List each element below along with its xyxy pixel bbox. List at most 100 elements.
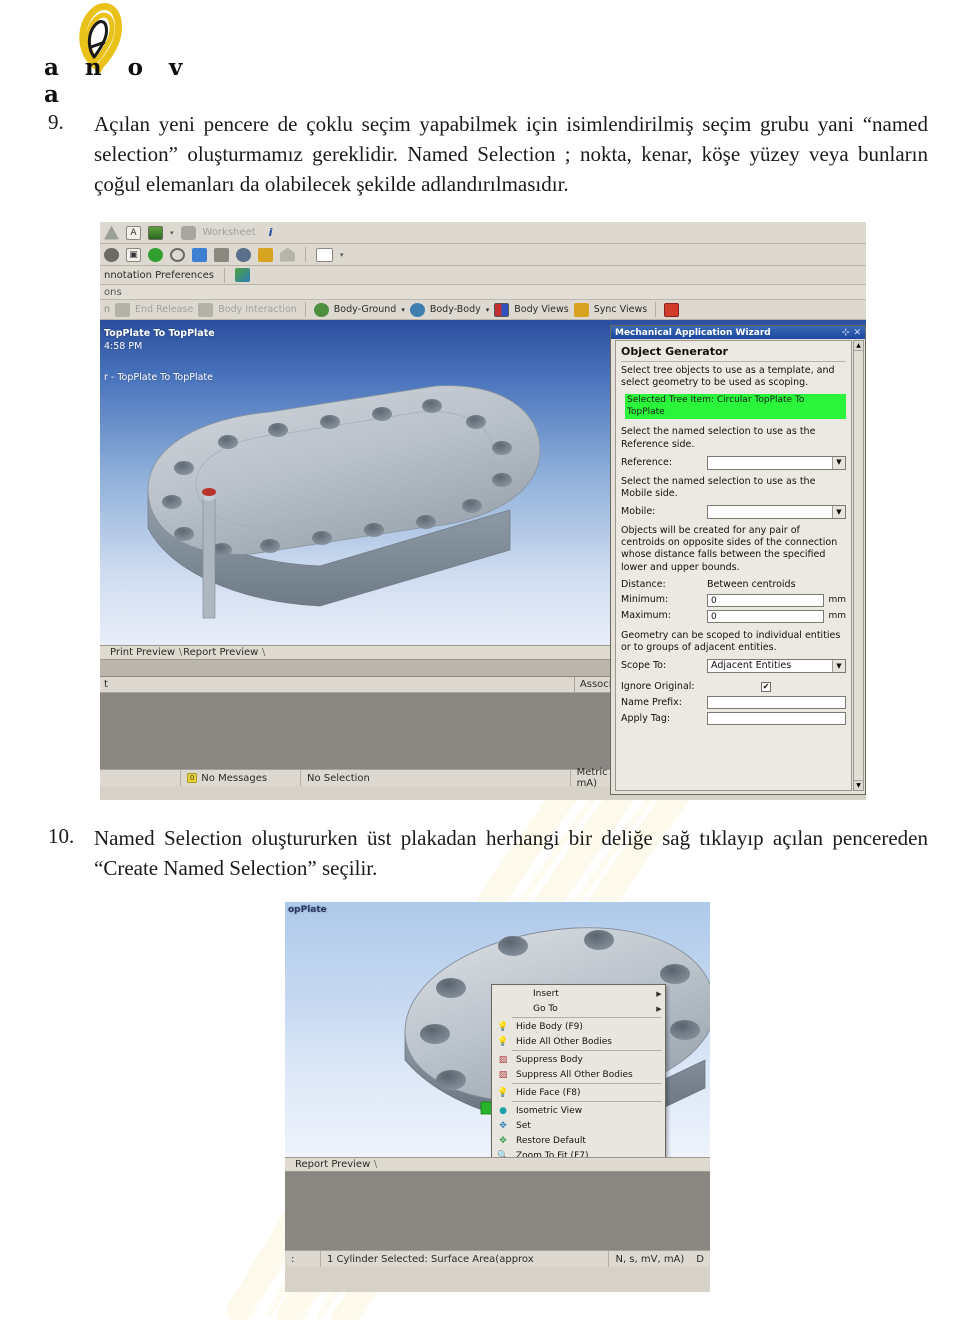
mechanical-application-wizard[interactable]: Mechanical Application Wizard ⊹ ✕ Object… (610, 325, 866, 795)
name-prefix-input[interactable] (707, 696, 846, 710)
body-views-icon[interactable] (494, 302, 510, 317)
sphere-icon: ● (499, 1105, 507, 1116)
details-grid-body-2[interactable] (285, 1172, 710, 1250)
question-cube-icon[interactable] (235, 268, 250, 282)
scroll-down-icon[interactable]: ▼ (854, 780, 863, 790)
chevron-down-icon-2[interactable]: ▾ (340, 251, 344, 259)
plate-geometry-3d[interactable] (110, 350, 570, 640)
menu-item-restore-default[interactable]: ✥ Restore Default (492, 1133, 665, 1148)
zoom-in-icon[interactable] (148, 247, 163, 262)
menu-item-hide-body[interactable]: 💡 Hide Body (F9) (492, 1019, 665, 1034)
maximum-unit: mm (828, 610, 846, 621)
toolbar-row-options[interactable]: ons (100, 285, 866, 300)
close-panel-icon[interactable] (664, 302, 680, 317)
preview-tabs-2[interactable]: Report Preview (285, 1157, 710, 1172)
menu-item-hide-all-other-bodies[interactable]: 💡 Hide All Other Bodies (492, 1034, 665, 1049)
chevron-down-icon[interactable]: ▼ (832, 506, 845, 519)
text-annotation-icon[interactable]: A (126, 225, 141, 240)
wizard-reference-hint: Select the named selection to use as the… (621, 426, 816, 450)
toolbar-row-view[interactable]: ▣ ▾ (100, 244, 866, 266)
maximum-input[interactable]: 0 (707, 609, 824, 623)
lock-icon[interactable] (258, 247, 273, 262)
white-box-icon[interactable] (316, 247, 333, 262)
bulb-icon: 💡 (497, 1021, 509, 1032)
tab-report-preview[interactable]: Report Preview (179, 647, 266, 658)
ignore-original-row[interactable]: Ignore Original: ✔ (621, 681, 846, 693)
rotate-icon[interactable] (214, 247, 229, 262)
body-ground-icon[interactable] (313, 302, 329, 317)
body-ground-label[interactable]: Body-Ground (334, 304, 397, 315)
look-at-icon[interactable] (236, 247, 251, 262)
sync-views-label[interactable]: Sync Views (594, 304, 647, 315)
body-interaction-label: Body Interaction (218, 304, 297, 315)
body-ground-chevron-down-icon[interactable]: ▾ (401, 306, 405, 314)
chevron-down-icon[interactable]: ▼ (832, 660, 845, 673)
mobile-select[interactable]: ▼ (707, 505, 846, 520)
minimum-input[interactable]: 0 (707, 593, 824, 607)
wizard-titlebar[interactable]: Mechanical Application Wizard ⊹ ✕ (611, 326, 865, 339)
reference-row[interactable]: Reference: ▼ (621, 455, 846, 470)
menu-item-zoom-to-fit[interactable]: 🔍 Zoom To Fit (F7) (492, 1148, 665, 1158)
name-prefix-row[interactable]: Name Prefix: (621, 696, 846, 710)
magnifier-left-icon[interactable] (104, 247, 119, 262)
screenshot-ansys-mechanical-wizard: A ▾ Worksheet i ▣ ▾ nnotation Preference… (100, 222, 866, 800)
menu-item-set[interactable]: ✥ Set (492, 1118, 665, 1133)
menu-separator (512, 1083, 662, 1084)
minimum-unit: mm (828, 594, 846, 605)
close-icon[interactable]: ✕ (853, 328, 861, 338)
body-body-chevron-down-icon[interactable]: ▾ (486, 306, 490, 314)
menu-item-hide-face[interactable]: 💡 Hide Face (F8) (492, 1085, 665, 1100)
menu-item-isometric-view[interactable]: ● Isometric View (492, 1103, 665, 1118)
body-views-label[interactable]: Body Views (514, 304, 569, 315)
menu-item-insert[interactable]: Insert ▶ (492, 986, 665, 1001)
scroll-up-icon[interactable]: ▲ (854, 341, 863, 351)
body-body-icon[interactable] (409, 302, 425, 317)
minimum-row[interactable]: Minimum: 0 mm (621, 593, 846, 607)
menu-item-go-to[interactable]: Go To ▶ (492, 1001, 665, 1016)
chevron-down-icon[interactable]: ▼ (832, 456, 845, 469)
tag-icon[interactable] (280, 247, 295, 262)
scope-to-select[interactable]: Adjacent Entities ▼ (707, 659, 846, 674)
apply-tag-input[interactable] (707, 712, 846, 726)
toolbar-row-annotation-prefs[interactable]: nnotation Preferences (100, 266, 866, 285)
worksheet-label[interactable]: Worksheet (203, 227, 256, 238)
worksheet-icon[interactable] (180, 225, 196, 240)
menu-item-suppress-all-other-bodies[interactable]: ▨ Suppress All Other Bodies (492, 1067, 665, 1082)
info-icon[interactable]: i (263, 226, 273, 239)
menu-item-suppress-body[interactable]: ▨ Suppress Body (492, 1052, 665, 1067)
context-menu[interactable]: Insert ▶ Go To ▶ 💡 Hide Body (F9) 💡 Hide… (491, 984, 666, 1157)
ignore-original-checkbox[interactable]: ✔ (761, 682, 771, 693)
body-body-label[interactable]: Body-Body (430, 304, 481, 315)
apply-tag-label: Apply Tag: (621, 712, 671, 724)
toolbar-connections[interactable]: n End Release Body Interaction Body-Grou… (100, 300, 866, 320)
toolbar-row-annotations[interactable]: A ▾ Worksheet i (100, 222, 866, 244)
apply-tag-row[interactable]: Apply Tag: (621, 712, 846, 726)
sync-views-icon[interactable] (573, 302, 589, 317)
reference-select[interactable]: ▼ (707, 455, 846, 470)
tab-print-preview[interactable]: Print Preview (106, 647, 182, 658)
options-label: ons (104, 286, 122, 298)
iso-view-icon[interactable] (192, 247, 207, 262)
wizard-heading: Object Generator (621, 345, 728, 358)
wizard-mobile-hint: Select the named selection to use as the… (621, 475, 816, 499)
wizard-content: Object Generator Select tree objects to … (615, 340, 852, 791)
tree-icon[interactable] (104, 225, 119, 240)
annotation-preferences-label[interactable]: nnotation Preferences (104, 270, 214, 281)
mobile-row[interactable]: Mobile: ▼ (621, 505, 846, 520)
tab-report-preview-2[interactable]: Report Preview (291, 1159, 378, 1170)
end-release-icon (115, 302, 131, 317)
maximum-row[interactable]: Maximum: 0 mm (621, 609, 846, 623)
pin-icon[interactable]: ⊹ (842, 328, 850, 338)
box-zoom-icon[interactable]: ▣ (126, 247, 141, 262)
minimum-label: Minimum: (621, 594, 669, 606)
iso-set-icon: ✥ (499, 1120, 507, 1131)
statusbar2-left: : (285, 1251, 321, 1267)
wizard-objects-hint: Objects will be created for any pair of … (621, 525, 838, 573)
grid-column-name: t (100, 677, 575, 692)
scope-to-row[interactable]: Scope To: Adjacent Entities ▼ (621, 659, 846, 674)
image-annotation-icon[interactable] (148, 225, 163, 240)
wizard-scrollbar[interactable]: ▲ ▼ (853, 340, 864, 791)
chevron-down-icon[interactable]: ▾ (170, 229, 174, 237)
graphics-viewport-2[interactable]: opPlate Insert ▶ Go To ▶ 💡 Hide Body (F9… (285, 902, 710, 1157)
zoom-out-icon[interactable] (170, 247, 185, 262)
